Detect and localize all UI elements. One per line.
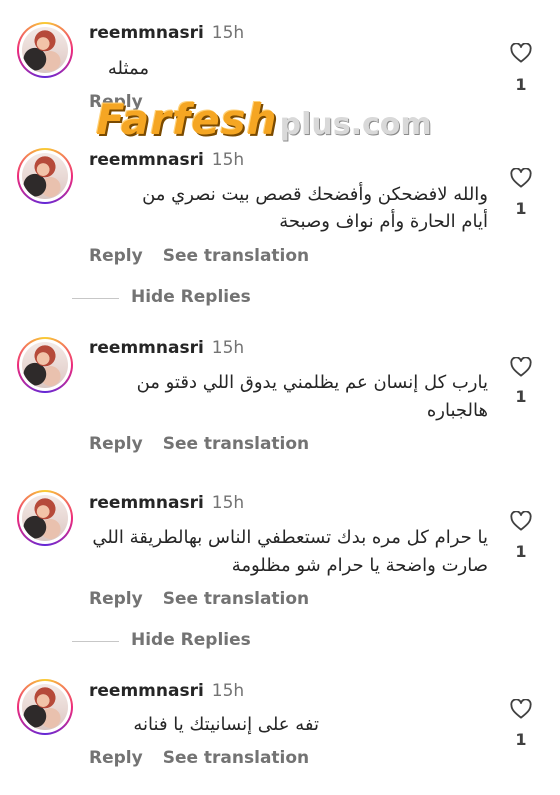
comment-text: تفه على إنسانيتك يا فنانه: [133, 714, 319, 735]
reply-button[interactable]: Reply: [89, 246, 143, 266]
see-translation-button[interactable]: See translation: [163, 748, 309, 768]
watermark-logo: Farfeshplus.com: [96, 95, 496, 145]
comment-text-line: صارت واضحة يا حرام شو مظلومة: [231, 555, 488, 576]
comment-text-line: يا حرام كل مره بدك تستعطفي الناس بهالطري…: [92, 527, 488, 548]
avatar[interactable]: [17, 22, 73, 78]
comment-text-line: يارب كل إنسان عم يظلمني يدوق اللي دقتو م…: [136, 372, 488, 393]
like-count: 1: [515, 75, 527, 94]
watermark-sub: plus.com: [279, 107, 432, 142]
comment-text-line: أيام الحارة وأم نواف وصبحة: [279, 211, 488, 232]
username[interactable]: reemmnasri: [89, 150, 204, 170]
heart-icon[interactable]: [510, 357, 532, 377]
reply-button[interactable]: Reply: [89, 748, 143, 768]
comment-text: ممثله: [107, 58, 149, 79]
heart-icon[interactable]: [510, 699, 532, 719]
timestamp: 15h: [211, 493, 245, 513]
avatar[interactable]: [17, 148, 73, 204]
see-translation-button[interactable]: See translation: [163, 246, 309, 266]
hide-replies[interactable]: Hide Replies: [72, 630, 372, 652]
watermark-main: Farfesh: [96, 95, 278, 144]
see-translation-button[interactable]: See translation: [163, 434, 309, 454]
username[interactable]: reemmnasri: [89, 23, 204, 43]
heart-icon[interactable]: [510, 168, 532, 188]
avatar[interactable]: [17, 337, 73, 393]
heart-icon[interactable]: [510, 511, 532, 531]
username[interactable]: reemmnasri: [89, 493, 204, 513]
comment-text-line: والله لافضحكن وأفضحك قصص بيت نصري من: [142, 184, 488, 205]
like-count: 1: [515, 730, 527, 749]
timestamp: 15h: [211, 338, 245, 358]
see-translation-button[interactable]: See translation: [163, 589, 309, 609]
hide-replies-label[interactable]: Hide Replies: [131, 630, 251, 650]
comment-text-line: هالجباره: [426, 400, 488, 421]
username[interactable]: reemmnasri: [89, 338, 204, 358]
username[interactable]: reemmnasri: [89, 681, 204, 701]
avatar[interactable]: [17, 679, 73, 735]
timestamp: 15h: [211, 23, 245, 43]
hide-replies[interactable]: Hide Replies: [72, 287, 372, 309]
reply-button[interactable]: Reply: [89, 434, 143, 454]
like-count: 1: [515, 199, 527, 218]
reply-button[interactable]: Reply: [89, 589, 143, 609]
timestamp: 15h: [211, 681, 245, 701]
timestamp: 15h: [211, 150, 245, 170]
divider: [72, 641, 119, 642]
like-count: 1: [515, 387, 527, 406]
like-count: 1: [515, 542, 527, 561]
heart-icon[interactable]: [510, 43, 532, 63]
divider: [72, 298, 119, 299]
hide-replies-label[interactable]: Hide Replies: [131, 287, 251, 307]
avatar[interactable]: [17, 490, 73, 546]
